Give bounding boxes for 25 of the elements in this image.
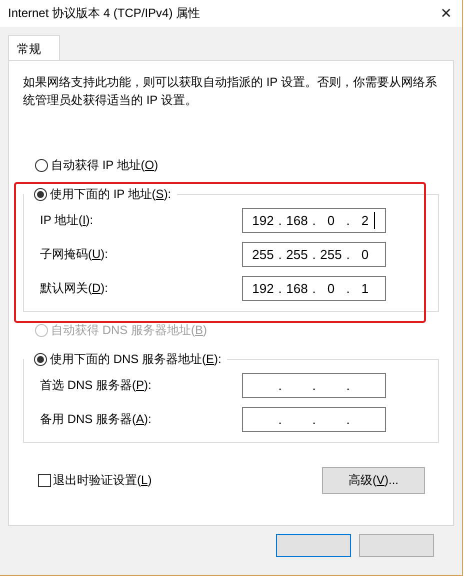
checkbox[interactable]	[38, 474, 51, 487]
radio-button[interactable]	[34, 352, 47, 366]
input-field[interactable]: 192 . 168 . 0 . 1	[242, 276, 386, 300]
dialog-button[interactable]	[276, 534, 351, 557]
advanced-button[interactable]: 高级(V)...	[322, 467, 425, 494]
field-label: 备用 DNS 服务器(A):	[40, 410, 152, 428]
radio-label[interactable]: 使用下面的 DNS 服务器地址(E):	[50, 350, 222, 368]
radio-label: 自动获得 DNS 服务器地址(B)	[51, 322, 208, 338]
window-title: Internet 协议版本 4 (TCP/IPv4) 属性	[8, 5, 200, 22]
input-field[interactable]: . . .	[242, 372, 386, 398]
radio-label[interactable]: 使用下面的 IP 地址(S):	[50, 186, 172, 202]
radio-label[interactable]: 自动获得 IP 地址(O)	[51, 156, 158, 174]
checkbox-label[interactable]: 退出时验证设置(L)	[53, 472, 152, 489]
radio-button[interactable]	[35, 158, 48, 172]
field-label: 首选 DNS 服务器(P):	[40, 376, 152, 394]
input-field[interactable]: 255 . 255 . 255 . 0	[242, 242, 386, 266]
field-label: 子网掩码(U):	[40, 246, 108, 262]
radio-button[interactable]	[34, 188, 47, 200]
tab[interactable]: 常规	[8, 35, 60, 60]
description-text: 如果网络支持此功能，则可以获取自动指派的 IP 设置。否则，你需要从网络系统管理员处获得适当的 IP 设置。	[23, 74, 438, 109]
field-label: IP 地址(I):	[40, 212, 94, 228]
field-label: 默认网关(D):	[40, 280, 108, 296]
input-field[interactable]: 192 . 168 . 0 . 2	[242, 208, 386, 232]
close-button[interactable]: ✕	[438, 5, 454, 22]
input-field[interactable]: . . .	[242, 406, 386, 432]
